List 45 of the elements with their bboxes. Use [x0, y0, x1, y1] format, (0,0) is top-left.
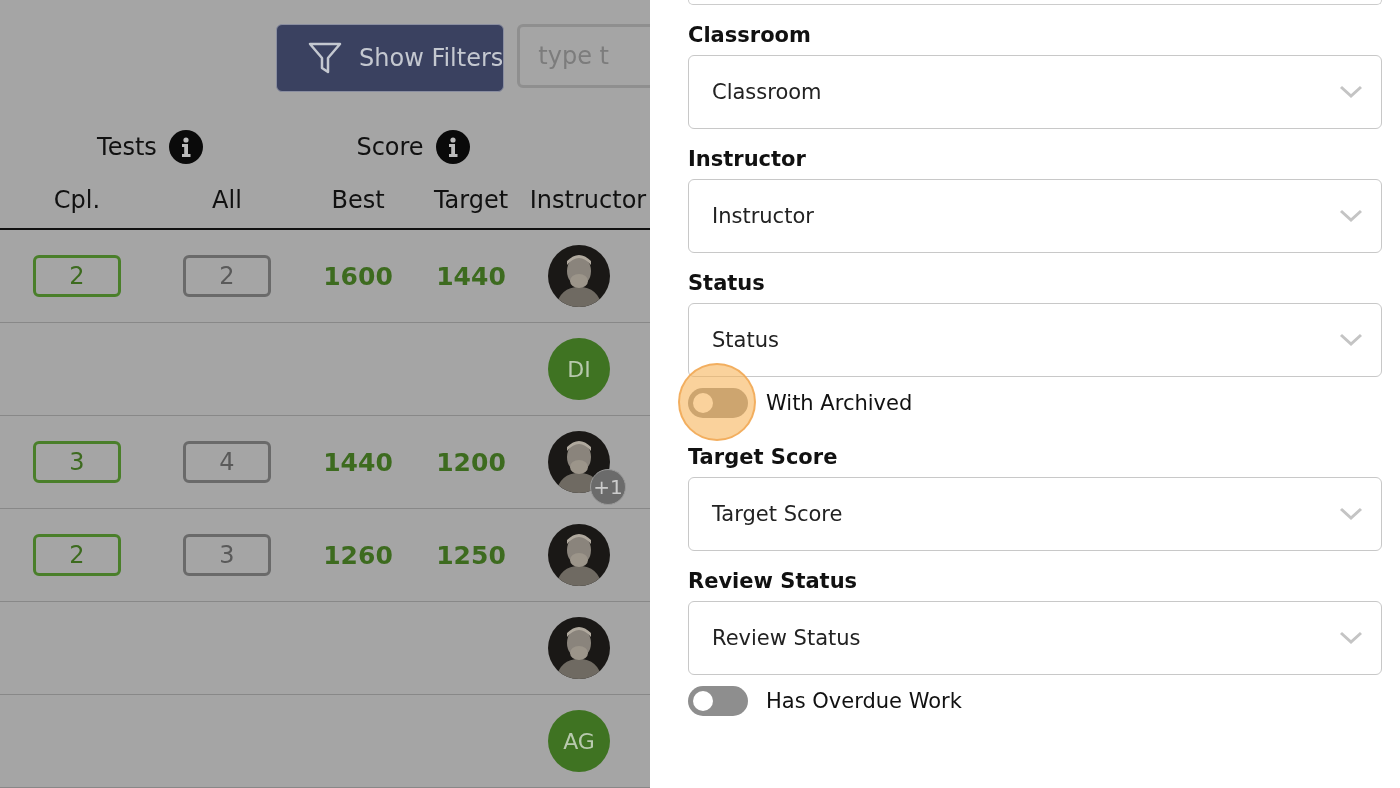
- filter-icon: [307, 40, 343, 76]
- select-field[interactable]: Status: [688, 303, 1382, 377]
- show-filters-button[interactable]: Show Filters: [276, 24, 505, 92]
- select-field[interactable]: Classroom: [688, 55, 1382, 129]
- column-group-header: Score: [356, 133, 424, 162]
- toggle-switch[interactable]: [688, 686, 748, 716]
- test-count[interactable]: 3: [183, 534, 271, 576]
- field-label: Status: [688, 270, 766, 297]
- test-count[interactable]: 3: [33, 441, 121, 483]
- test-count[interactable]: 2: [33, 255, 121, 297]
- chevron-down-icon: [1339, 209, 1363, 223]
- select-field[interactable]: Target Score: [688, 477, 1382, 551]
- test-count[interactable]: 2: [33, 534, 121, 576]
- toggle-switch[interactable]: [688, 388, 748, 418]
- toggle-label: With Archived: [766, 391, 913, 415]
- test-count[interactable]: 2: [183, 255, 271, 297]
- info-icon[interactable]: [168, 130, 203, 165]
- column-header: Target: [432, 186, 510, 215]
- chevron-down-icon: [1339, 85, 1363, 99]
- field-label: Review Status: [688, 568, 859, 595]
- score-value: 1200: [436, 447, 506, 477]
- field-label: Target Score: [688, 444, 839, 471]
- select-field[interactable]: Instructor: [688, 179, 1382, 253]
- chevron-down-icon: [1339, 333, 1363, 347]
- score-value: 1260: [323, 540, 393, 570]
- score-value: 1440: [436, 261, 506, 291]
- field-label: Instructor: [688, 146, 807, 173]
- column-header: Cpl.: [52, 186, 102, 215]
- chevron-down-icon: [1339, 631, 1363, 645]
- toggle-label: Has Overdue Work: [766, 689, 962, 713]
- instructor-avatar[interactable]: DI: [548, 338, 610, 400]
- column-header: All: [211, 186, 243, 215]
- select-field[interactable]: Review Status: [688, 601, 1382, 675]
- more-instructors-badge[interactable]: +1: [590, 469, 626, 505]
- field-label: Classroom: [688, 22, 812, 49]
- chevron-down-icon: [1339, 507, 1363, 521]
- test-count[interactable]: 4: [183, 441, 271, 483]
- column-header: Instructor: [528, 186, 648, 215]
- column-group-header: Tests: [97, 133, 157, 162]
- column-header: Best: [330, 186, 386, 215]
- score-value: 1600: [323, 261, 393, 291]
- score-value: 1250: [436, 540, 506, 570]
- info-icon[interactable]: [435, 130, 470, 165]
- instructor-avatar[interactable]: AG: [548, 710, 610, 772]
- score-value: 1440: [323, 447, 393, 477]
